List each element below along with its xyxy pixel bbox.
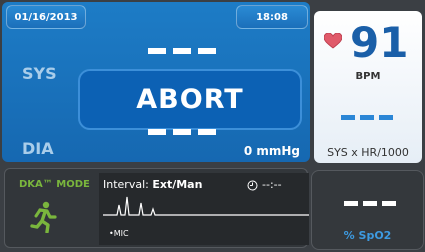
timer-value: --:-- (262, 178, 282, 191)
time-display[interactable]: 18:08 (236, 5, 308, 29)
heart-rate-value: 91 (350, 18, 409, 67)
date-display[interactable]: 01/16/2013 (6, 5, 86, 29)
heart-rate-panel[interactable]: 91 BPM SYS x HR/1000 (314, 11, 422, 163)
interval-label[interactable]: Interval: Ext/Man (103, 178, 202, 191)
dia-value-placeholder (148, 129, 216, 135)
spo2-value-placeholder (344, 201, 396, 206)
abort-button[interactable]: ABORT (78, 69, 302, 130)
timer-icon (247, 180, 258, 191)
bpm-label: BPM (355, 71, 381, 82)
heart-icon (324, 33, 342, 49)
dia-label: DIA (22, 139, 54, 158)
dka-mode-label: DKA™ MODE (19, 179, 90, 190)
pressure-waveform (103, 196, 309, 216)
runner-icon (30, 201, 57, 233)
bp-panel: 01/16/2013 18:08 SYS ABORT DIA 0 mmHg (2, 2, 310, 162)
sysxhr-label: SYS x HR/1000 (327, 146, 409, 159)
waveform-area: Interval: Ext/Man --:-- •MIC (99, 173, 309, 245)
dka-panel[interactable]: DKA™ MODE Interval: Ext/Man --:-- •MIC (4, 168, 309, 248)
spo2-panel[interactable]: % SpO2 (311, 170, 424, 250)
interval-prefix: Interval: (103, 178, 153, 191)
sysxhr-value-placeholder (341, 115, 393, 120)
mic-label: •MIC (109, 229, 129, 238)
sys-value-placeholder (148, 48, 216, 54)
pressure-readout: 0 mmHg (243, 144, 300, 158)
interval-value: Ext/Man (152, 178, 203, 191)
spo2-label: % SpO2 (343, 229, 392, 242)
sys-label: SYS (22, 64, 57, 83)
